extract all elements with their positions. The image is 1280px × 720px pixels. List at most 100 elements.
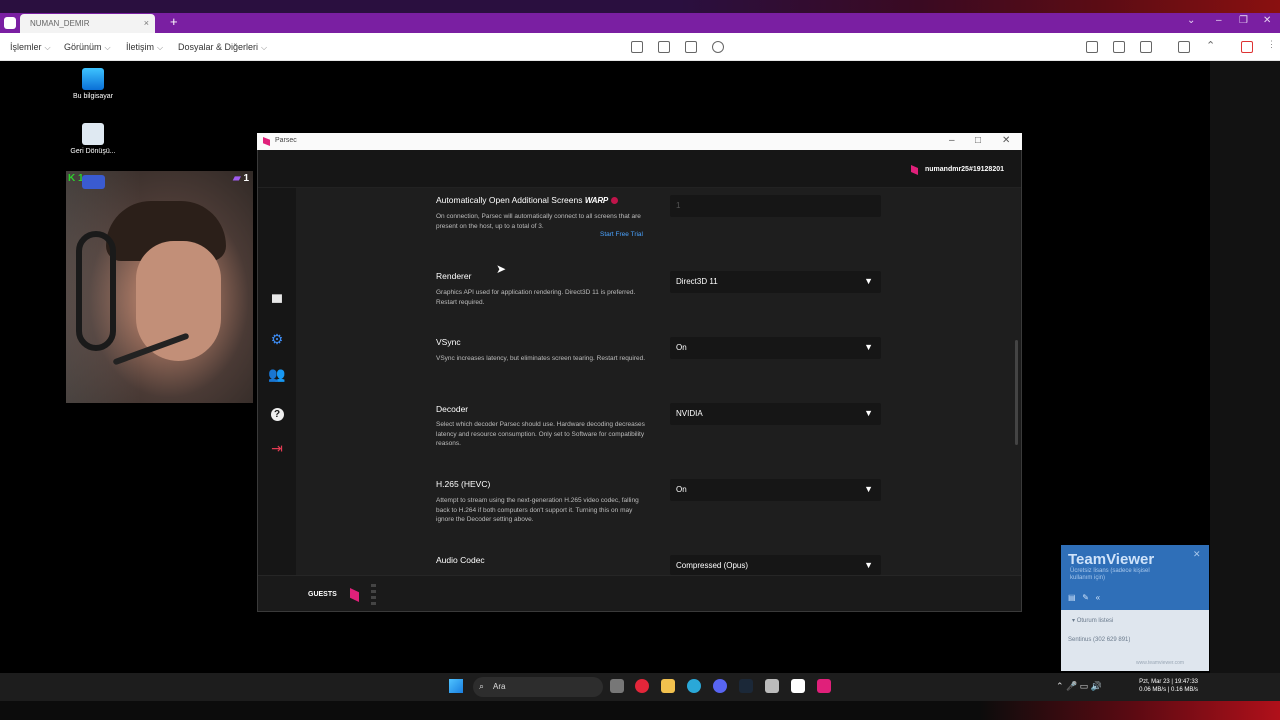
desktop-icon-this-pc[interactable]: Bu bilgisayar <box>63 68 123 100</box>
menu-dosyalar[interactable]: Dosyalar & Diğerleri ⌵ <box>178 42 267 53</box>
users-icon: 👥 <box>268 366 286 382</box>
restore-icon[interactable]: ❐ <box>1239 15 1248 26</box>
monitor-icon <box>82 68 104 90</box>
session-list-label: Oturum listesi <box>1076 618 1114 624</box>
task-view-icon[interactable] <box>610 679 624 693</box>
discord-icon[interactable] <box>713 679 727 693</box>
desktop-icon-recycle-bin[interactable]: Geri Dönüşü... <box>63 123 123 155</box>
guest-slots-indicator <box>371 584 376 606</box>
browser-tab-title: NUMAN_DEMIR <box>30 19 90 28</box>
vsync-select[interactable]: On ▼ <box>670 337 881 359</box>
teamviewer-toolbar-icons[interactable]: ▤ ✎ « <box>1068 593 1100 602</box>
app-icon[interactable] <box>765 679 779 693</box>
twitch-icon: ▰ 1 <box>233 173 250 184</box>
close-icon[interactable]: ✕ <box>1002 135 1010 146</box>
menu-gorunum[interactable]: Görünüm ⌵ <box>64 42 111 53</box>
session-entry[interactable]: Sentinus (302 629 891) <box>1068 637 1130 643</box>
username[interactable]: numandmr25#19128201 <box>925 166 1004 173</box>
menu-iletisim[interactable]: İletişim ⌵ <box>126 42 163 53</box>
sidebar-item-settings[interactable]: ⚙ <box>268 330 286 348</box>
chevron-up-icon[interactable]: ⌃ <box>1206 39 1215 52</box>
recycle-bin-icon <box>82 123 104 145</box>
sidebar-item-logout[interactable]: ⇥ <box>268 439 286 457</box>
select-value: Direct3D 11 <box>676 277 718 286</box>
fullscreen-icon[interactable] <box>1178 41 1190 53</box>
close-icon[interactable]: ✕ <box>1193 549 1201 560</box>
browser-tab[interactable]: NUMAN_DEMIR × <box>20 14 155 33</box>
menu-label: İşlemler <box>10 42 42 52</box>
chevron-down-icon: ⌵ <box>261 43 268 52</box>
twitch-count: 1 <box>243 173 250 184</box>
network-speed: 0.06 MB/s | 0.16 MB/s <box>1139 687 1198 693</box>
dropdown-arrow-icon: ▼ <box>864 342 873 352</box>
parsec-logo-icon <box>263 137 270 146</box>
mouse-cursor-icon: ➤ <box>496 262 507 276</box>
webcam-overlay <box>66 171 253 403</box>
audio-codec-select[interactable]: Compressed (Opus) ▼ <box>670 555 881 575</box>
menu-label: Görünüm <box>64 42 102 52</box>
system-clock[interactable]: Pzt, Mar 23 | 19:47:33 0.06 MB/s | 0.16 … <box>1124 678 1198 694</box>
setting-title: H.265 (HEVC) <box>436 479 491 489</box>
help-icon: ? <box>270 408 284 421</box>
maximize-icon[interactable]: □ <box>975 135 981 146</box>
opera-icon[interactable] <box>635 679 649 693</box>
screen-icon[interactable] <box>631 41 643 53</box>
start-icon[interactable] <box>449 679 463 693</box>
computer-icon: ▀ <box>272 294 282 310</box>
image-icon[interactable] <box>1113 41 1125 53</box>
new-tab-button[interactable]: + <box>170 14 178 29</box>
more-icon[interactable]: ⋮ <box>1267 39 1276 50</box>
edge-icon[interactable] <box>687 679 701 693</box>
chevron-down-icon[interactable]: ⌄ <box>1187 15 1195 26</box>
setting-title: Renderer <box>436 271 472 281</box>
select-value: On <box>676 485 687 494</box>
file-icon[interactable] <box>1086 41 1098 53</box>
close-icon[interactable]: × <box>144 18 149 28</box>
session-entry-label: Sentinus (302 629 891) <box>1068 637 1131 643</box>
dropdown-arrow-icon: ▼ <box>864 408 873 418</box>
setting-description: Select which decoder Parsec should use. … <box>436 421 645 447</box>
logout-icon: ⇥ <box>271 440 283 456</box>
setting-title: Audio Codec <box>436 555 485 565</box>
settings-icon[interactable] <box>712 41 724 53</box>
file-explorer-icon[interactable] <box>661 679 675 693</box>
hevc-select[interactable]: On ▼ <box>670 479 881 501</box>
screens-count-input[interactable]: 1 <box>670 195 881 217</box>
close-window-icon[interactable]: ✕ <box>1263 15 1271 26</box>
parsec-taskbar-icon[interactable] <box>817 679 831 693</box>
app-icon[interactable] <box>791 679 805 693</box>
search-placeholder: Ara <box>493 682 506 691</box>
sidebar-item-friends[interactable]: 👥 <box>268 365 286 383</box>
minimize-icon[interactable]: – <box>1216 15 1222 26</box>
minimize-icon[interactable]: – <box>949 135 955 146</box>
sidebar-item-computers[interactable]: ▀ <box>268 293 286 311</box>
input-value: 1 <box>676 201 681 210</box>
teamviewer-website: www.teamviewer.com <box>1136 660 1185 666</box>
gear-icon: ⚙ <box>270 331 284 347</box>
chevron-down-icon: ⌵ <box>157 43 164 52</box>
menu-islemler[interactable]: İşlemler ⌵ <box>10 42 51 53</box>
select-value: On <box>676 343 687 352</box>
teamviewer-logo: TeamViewer <box>1068 551 1155 568</box>
discord-icon <box>82 175 105 189</box>
session-list-header[interactable]: ▾ Oturum listesi <box>1072 617 1113 624</box>
search-icon: ⌕ <box>479 681 485 691</box>
taskbar-search[interactable]: Ara <box>473 677 603 697</box>
decoder-select[interactable]: NVIDIA ▼ <box>670 403 881 425</box>
sidebar-item-help[interactable]: ? <box>268 403 286 421</box>
tray-icons[interactable]: ⌃ 🎤 ▭ 🔊 <box>1056 681 1102 692</box>
renderer-select[interactable]: Direct3D 11 ▼ <box>670 271 881 293</box>
menu-label: İletişim <box>126 42 155 52</box>
steam-icon[interactable] <box>739 679 753 693</box>
setting-title: VSync <box>436 337 461 347</box>
teamviewer-license: Ücretsiz lisans (sadece kişisel kullanım… <box>1070 568 1150 581</box>
remote-icon[interactable] <box>658 41 670 53</box>
right-gutter <box>1210 61 1280 701</box>
camera-icon[interactable] <box>1140 41 1152 53</box>
setting-description: Graphics API used for application render… <box>436 289 636 306</box>
file-transfer-icon[interactable] <box>685 41 697 53</box>
guests-label: GUESTS <box>308 591 337 598</box>
scrollbar[interactable] <box>1015 340 1018 445</box>
start-free-trial-link[interactable]: Start Free Trial <box>600 231 643 238</box>
disconnect-icon[interactable] <box>1241 41 1253 53</box>
